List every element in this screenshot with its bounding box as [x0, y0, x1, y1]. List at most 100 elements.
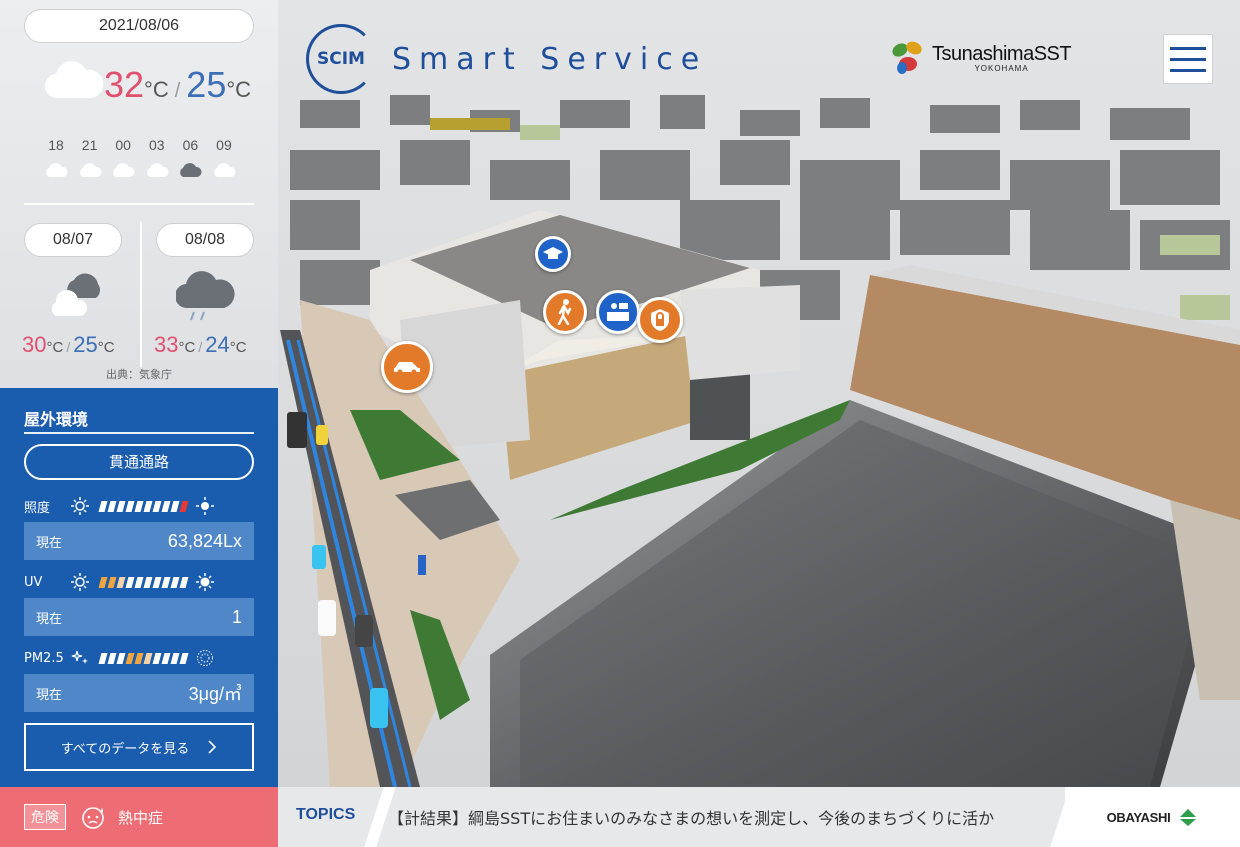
cloud-icon [141, 162, 173, 178]
level-segment [134, 500, 144, 512]
security-lock-icon [651, 309, 669, 331]
illuminance-value: 63,824Lx [167, 530, 242, 551]
forecast-high: 33 [154, 332, 179, 357]
cloud-icon [44, 58, 104, 106]
hour-label: 06 [182, 137, 199, 153]
cloud-icon [107, 162, 139, 178]
walking-person-marker[interactable] [543, 290, 587, 334]
metric-row-label: 現在 [36, 535, 63, 551]
hourly-labels: 18 21 00 03 06 09 [40, 137, 240, 153]
app-title: Smart Service [392, 41, 708, 77]
level-segment [170, 576, 180, 588]
location-select-button[interactable]: 貫通通路 [24, 444, 254, 480]
half-sun-icon [196, 497, 214, 515]
hour-label: 03 [148, 137, 165, 153]
temp-unit: °C [144, 77, 169, 102]
sponsor-name: OBAYASHI [1106, 809, 1171, 825]
education-icon [543, 247, 563, 259]
level-segment [134, 652, 144, 664]
forecast-low: 24 [205, 332, 230, 357]
level-segment [98, 652, 108, 664]
level-segment [179, 576, 189, 588]
level-segment [152, 500, 162, 512]
uv-value: 1 [231, 606, 242, 627]
topics-label: TOPICS [296, 806, 356, 823]
topics-text[interactable]: 【計結果】綱島SSTにお住まいのみなさまの想いを測定し、今後のまちづくりに活か [388, 805, 994, 829]
today-high: 32 [104, 64, 145, 105]
level-segment [125, 652, 135, 664]
hour-label: 00 [115, 137, 131, 153]
hour-label: 09 [216, 137, 232, 153]
scim-logo-mark: SCIM [306, 24, 376, 94]
cloud-icon [74, 162, 106, 178]
level-segment [152, 576, 162, 588]
level-segment [98, 576, 108, 588]
obayashi-logo: OBAYASHI [1065, 787, 1240, 847]
menu-line-icon [1170, 68, 1206, 72]
heatstroke-alert[interactable]: 危険 熱中症 [0, 787, 278, 847]
car-icon [394, 362, 420, 375]
cloud-icon [40, 162, 72, 178]
sun-outline-icon [71, 573, 89, 591]
level-segment [116, 652, 126, 664]
pm25-header: PM2.5 [24, 643, 254, 673]
level-segment [125, 500, 135, 512]
level-segment [170, 500, 180, 512]
walking-person-icon [557, 299, 572, 325]
scim-logo[interactable]: SCIM Smart Service [306, 24, 707, 94]
pm25-level-bar [98, 652, 189, 664]
sweating-face-icon [82, 807, 104, 829]
forecast-temp-1: 30°C/25°C [22, 332, 115, 357]
forecast-temp-2: 33°C/24°C [154, 332, 247, 357]
level-segment [143, 500, 153, 512]
illuminance-level-bar [98, 500, 189, 512]
pm25-value-row: 現在 3μg/㎥ [24, 674, 254, 712]
hour-label: 21 [81, 137, 98, 153]
pm25-value: 3μg/㎥ [188, 684, 242, 704]
metric-row-label: 現在 [36, 611, 63, 627]
level-segment [116, 500, 126, 512]
level-segment [143, 652, 153, 664]
hamburger-menu-button[interactable] [1163, 34, 1213, 84]
car-marker[interactable] [381, 341, 433, 393]
forecast-divider [140, 222, 142, 367]
level-segment [116, 576, 126, 588]
weather-panel: 2021/08/06 32°C/25°C 18 21 00 03 06 09 0… [0, 0, 278, 388]
reception-marker[interactable] [596, 290, 640, 334]
metric-label: 照度 [24, 500, 51, 516]
environment-panel: 屋外環境 貫通通路 照度 現在 63,824Lx UV 現在 1 PM2.5 現… [0, 388, 278, 787]
topics-ticker[interactable]: TOPICS 【計結果】綱島SSTにお住まいのみなさまの想いを測定し、今後のまち… [278, 787, 1078, 847]
chevron-right-icon [208, 740, 217, 754]
weather-source: 出典：気象庁 [106, 368, 172, 381]
uv-level-bar [98, 576, 189, 588]
forecast-high: 30 [22, 332, 47, 357]
weather-divider [24, 203, 254, 205]
level-segment [170, 652, 180, 664]
level-segment [179, 500, 189, 512]
sun-filled-icon [196, 573, 214, 591]
view-all-data-button[interactable]: すべてのデータを見る [24, 723, 254, 771]
level-segment [107, 652, 117, 664]
sun-outline-icon [71, 497, 89, 515]
level-segment [107, 576, 117, 588]
level-segment [134, 576, 144, 588]
dark-cloud-icon [174, 162, 206, 178]
temp-unit: °C [97, 339, 115, 356]
tsunashima-sst-logo: TsunashimaSST YOKOHAMA [890, 38, 1072, 78]
environment-divider [24, 432, 254, 434]
obayashi-mark-icon [1180, 809, 1197, 826]
security-marker[interactable] [637, 297, 683, 343]
level-segment [179, 652, 189, 664]
leaf-logo-icon [890, 38, 926, 78]
dust-icon [197, 650, 213, 666]
level-segment [125, 576, 135, 588]
forecast-date-2: 08/08 [156, 223, 254, 257]
education-marker[interactable] [535, 236, 571, 272]
weather-date: 2021/08/06 [24, 9, 254, 43]
today-low: 25 [186, 64, 227, 105]
temp-unit: °C [178, 339, 196, 356]
temp-unit: °C [229, 339, 247, 356]
metric-label: PM2.5 [24, 650, 64, 666]
danger-badge: 危険 [24, 804, 66, 830]
hour-label: 18 [48, 137, 64, 153]
